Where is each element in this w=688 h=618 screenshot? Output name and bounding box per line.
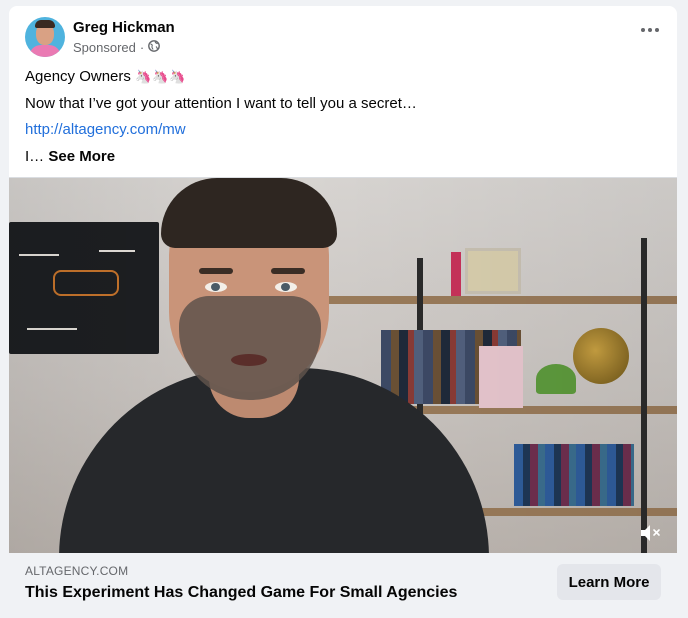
ad-headline[interactable]: This Experiment Has Changed Game For Sma… — [25, 584, 457, 602]
post-text-line2: Now that I’ve got your attention I want … — [25, 95, 417, 112]
ad-domain: ALTAGENCY.COM — [25, 564, 129, 578]
see-more-link[interactable]: See More — [48, 148, 115, 165]
meta-separator: · — [139, 40, 145, 55]
learn-more-button[interactable]: Learn More — [557, 564, 661, 600]
post-text-agency-owners: Agency Owners — [25, 68, 131, 85]
author-avatar[interactable] — [25, 17, 65, 57]
sponsored-post-card: Greg Hickman Sponsored · Agency Owners 🦄… — [9, 6, 677, 618]
ad-link-footer[interactable]: ALTAGENCY.COM This Experiment Has Change… — [9, 553, 677, 618]
sponsored-label[interactable]: Sponsored — [73, 40, 136, 55]
globe-icon[interactable] — [148, 40, 161, 55]
author-name[interactable]: Greg Hickman — [73, 19, 175, 36]
post-link[interactable]: http://altagency.com/mw — [25, 121, 186, 138]
speaker-muted-icon[interactable] — [639, 522, 663, 544]
more-options-icon[interactable] — [641, 28, 659, 32]
post-text-line1: Agency Owners 🦄🦄🦄 — [25, 68, 187, 85]
video-player[interactable] — [9, 177, 677, 554]
post-meta: Sponsored · — [73, 40, 161, 55]
post-text-truncated: I… — [25, 148, 49, 165]
unicorn-emoji-icons: 🦄🦄🦄 — [135, 69, 187, 84]
post-text-line4: I… See More — [25, 148, 115, 165]
